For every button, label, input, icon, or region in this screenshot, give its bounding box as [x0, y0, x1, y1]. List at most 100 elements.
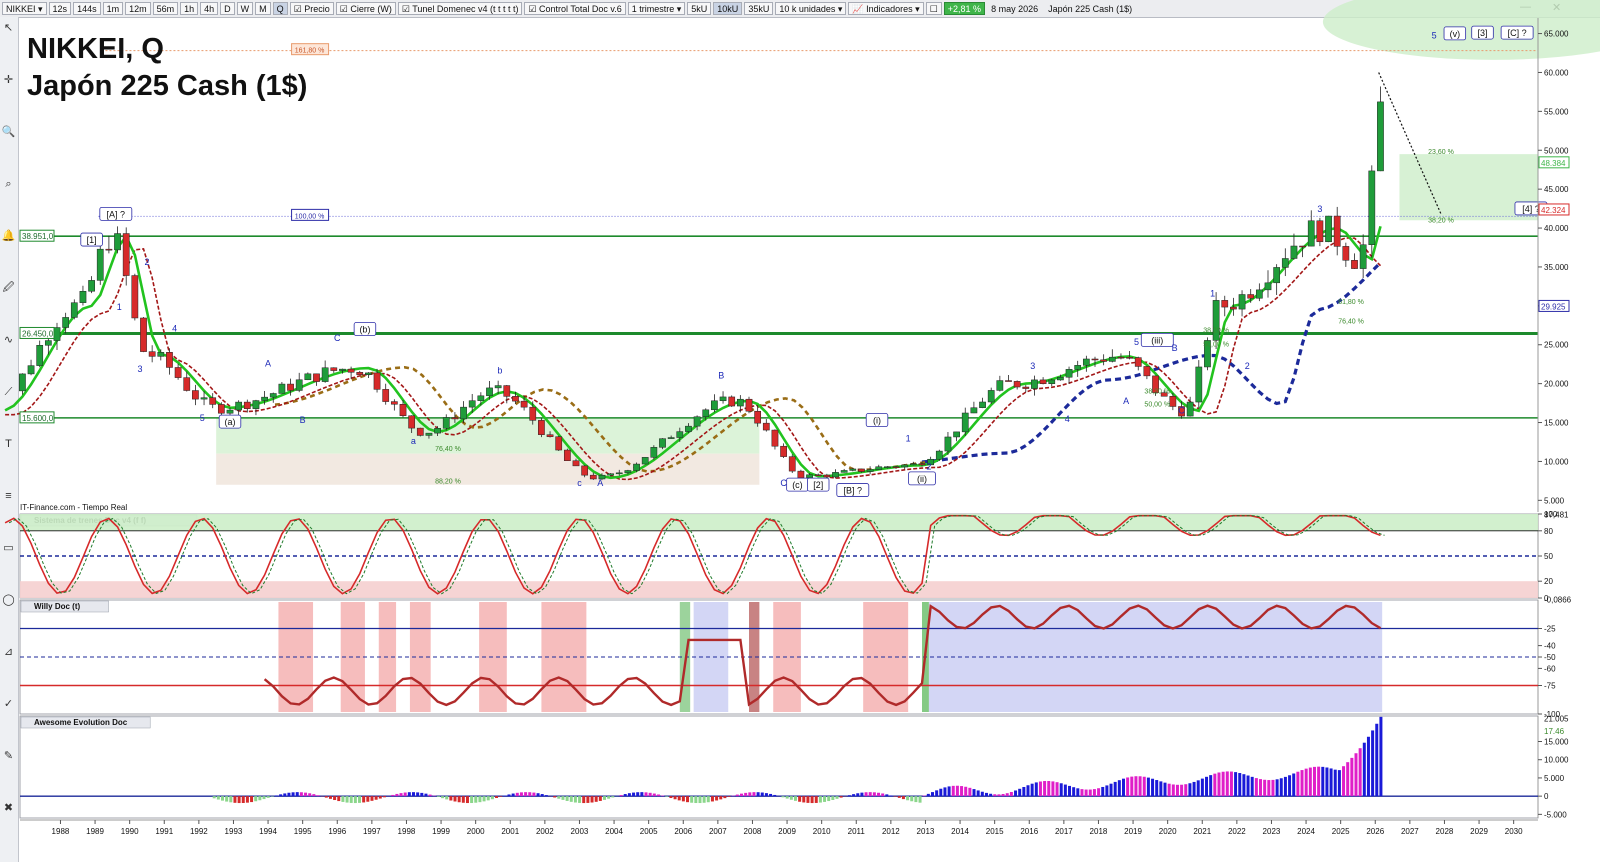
awesome-bar	[947, 786, 951, 797]
wave-label: (a)	[225, 417, 236, 427]
candle	[615, 472, 623, 475]
candle	[1299, 245, 1306, 248]
awesome-bar	[1171, 784, 1175, 797]
awesome-bar	[744, 792, 748, 797]
awesome-bar	[1051, 781, 1055, 797]
candle	[243, 401, 251, 409]
awesome-bar	[619, 795, 623, 797]
awesome-bar	[939, 788, 943, 797]
awesome-bar	[1097, 788, 1101, 797]
wave-label: 1	[1210, 289, 1215, 299]
candle	[918, 463, 926, 466]
awesome-bar	[706, 796, 710, 803]
awesome-bar	[1271, 779, 1275, 797]
candle	[313, 373, 320, 382]
wave-label: [1]	[87, 235, 97, 245]
awesome-last-value-2: 17.46	[1544, 727, 1565, 736]
awesome-bar	[1188, 783, 1192, 797]
x-axis-tick-label: 2021	[1193, 827, 1211, 836]
x-axis-tick-label: 1989	[86, 827, 104, 836]
awesome-bar	[1342, 766, 1346, 797]
x-axis-tick-label: 1999	[432, 827, 450, 836]
fib-label: 61,80 %	[1338, 299, 1364, 306]
candle	[1065, 369, 1073, 378]
wave-label: 2	[144, 257, 149, 267]
wave-label: 3	[1030, 361, 1035, 371]
awesome-bar	[507, 794, 511, 797]
wave-label: (ii)	[917, 474, 927, 484]
wave-label: 5	[1432, 30, 1437, 40]
awesome-bar	[823, 796, 827, 802]
awesome-bar	[835, 796, 839, 799]
awesome-bar	[881, 793, 885, 797]
awesome-bar	[1292, 773, 1296, 797]
price-axis-tick-label: 45.000	[1544, 185, 1569, 194]
awesome-bar	[860, 792, 864, 797]
awesome-bar	[636, 792, 640, 797]
candle	[460, 406, 467, 420]
trains-last-value: 87,481	[1544, 510, 1569, 519]
x-axis-tick-label: 2030	[1505, 827, 1523, 836]
awesome-bar	[445, 796, 449, 800]
wave-label: [A] ?	[107, 209, 126, 219]
awesome-bar	[573, 796, 577, 803]
candle	[114, 233, 121, 251]
awesome-bar	[495, 796, 499, 798]
awesome-bar	[299, 792, 303, 797]
willy-last-value: -0,0866	[1544, 595, 1572, 604]
awesome-bar	[852, 794, 856, 797]
awesome-bar	[1163, 782, 1167, 797]
candle	[736, 398, 744, 407]
candle	[416, 427, 424, 436]
awesome-bar	[358, 796, 362, 803]
candle	[1186, 401, 1194, 417]
awesome-bar	[1250, 776, 1254, 797]
wave-label: a	[411, 436, 416, 446]
awesome-bar	[1055, 782, 1059, 797]
awesome-bar	[810, 796, 814, 804]
candle	[520, 400, 528, 408]
awesome-bar	[457, 796, 461, 803]
chart-area[interactable]: NIKKEI, Q Japón 225 Cash (1$) IT-Finance.c…	[0, 0, 1600, 862]
wave-label: 1	[906, 433, 911, 443]
candle	[935, 450, 943, 460]
awesome-bar	[748, 792, 752, 797]
awesome-bar	[885, 794, 889, 797]
awesome-bar	[901, 796, 905, 800]
awesome-bar	[233, 796, 237, 803]
left-price-tag: 15.600,0	[22, 414, 54, 423]
awesome-bar	[1362, 742, 1366, 797]
wave-label: B	[718, 370, 724, 380]
awesome-bar	[1030, 783, 1034, 797]
candle	[70, 302, 78, 318]
wave-label: 4	[1065, 414, 1070, 424]
awesome-bar	[1014, 790, 1018, 797]
awesome-bar	[540, 794, 544, 797]
awesome-bar	[980, 791, 984, 797]
candle	[408, 415, 416, 429]
awesome-bar	[1371, 730, 1375, 797]
awesome-bar	[964, 786, 968, 797]
awesome-evolution-pane: Awesome Evolution Doc 15.000 10.000 5.000 0 -…	[19, 714, 1569, 819]
wave-label: B	[1172, 343, 1178, 353]
awesome-bar	[818, 796, 822, 803]
candle	[1273, 267, 1281, 284]
awesome-bar	[1366, 736, 1370, 797]
candle	[451, 417, 459, 420]
candle	[832, 472, 839, 478]
pane-axis-tick-label: 5.000	[1544, 774, 1565, 783]
awesome-bar	[470, 796, 474, 804]
candle	[278, 383, 286, 394]
candle	[875, 466, 883, 470]
awesome-bar	[221, 796, 225, 801]
wave-label: 1	[117, 302, 122, 312]
candle	[624, 470, 632, 474]
awesome-bar	[694, 796, 698, 804]
awesome-bar	[1175, 784, 1179, 797]
candle	[650, 447, 658, 458]
x-axis-tick-label: 2026	[1366, 827, 1384, 836]
awesome-bar	[1159, 781, 1163, 797]
awesome-bar	[740, 793, 744, 797]
awesome-bar	[1192, 781, 1196, 797]
candle	[217, 404, 225, 414]
